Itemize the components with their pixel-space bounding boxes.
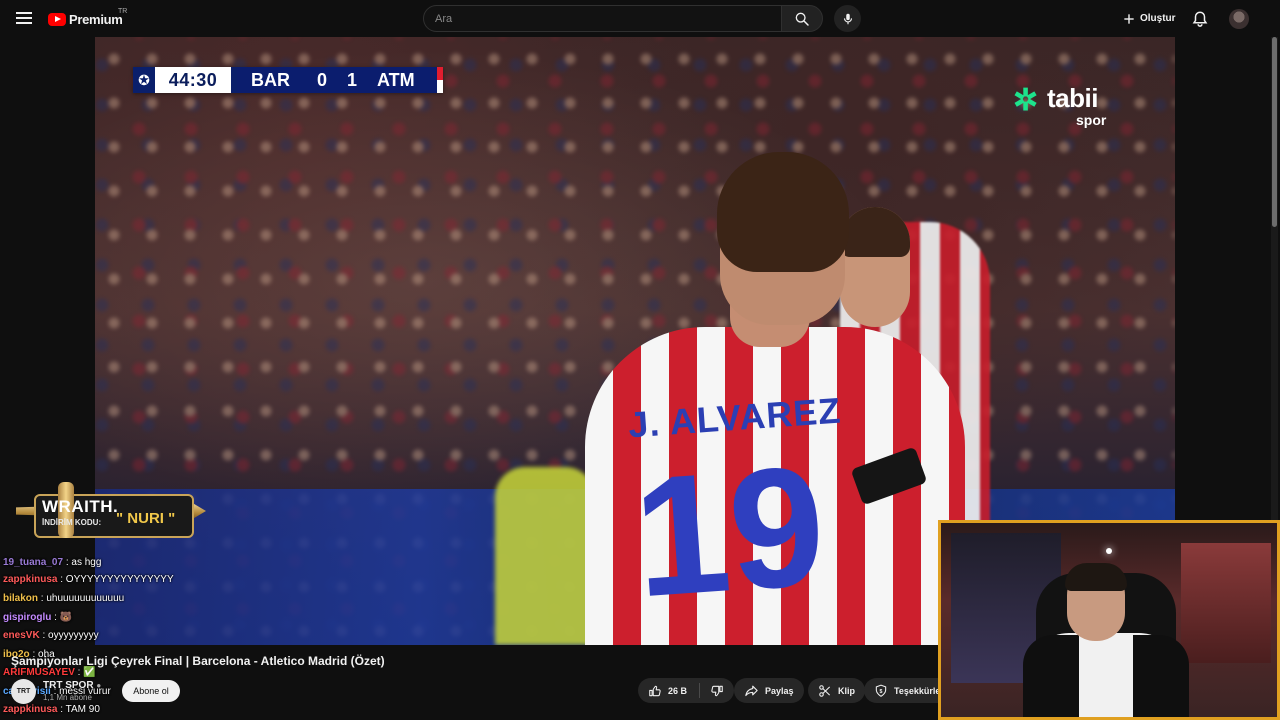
webcam-light xyxy=(1106,548,1112,554)
clip-label: Klip xyxy=(838,685,855,696)
subscribe-button[interactable]: Abone ol xyxy=(122,680,180,702)
chat-user: zappkinusa xyxy=(3,574,58,585)
youtube-logo-icon xyxy=(48,12,66,26)
search-button[interactable] xyxy=(781,5,823,32)
away-score: 1 xyxy=(347,69,358,90)
chat-message: ARIFMUSAYEV : ✅ xyxy=(3,666,96,680)
chat-message: zappkinusa : TAM 90 xyxy=(3,703,100,717)
broadcaster-sub: spor xyxy=(1076,112,1107,128)
search-input[interactable] xyxy=(424,6,781,31)
chat-text: : oyyyyyyyyy xyxy=(39,630,99,641)
chat-user: gispiroglu xyxy=(3,612,52,623)
webcam-overlay xyxy=(938,520,1280,720)
webcam-staircase xyxy=(1181,543,1271,663)
logo-text: Premium xyxy=(69,11,123,27)
like-icon xyxy=(649,685,661,696)
match-time: 44:30 xyxy=(155,67,231,93)
search-icon xyxy=(795,12,809,26)
plus-icon xyxy=(1124,13,1134,24)
logo-country: TR xyxy=(118,8,128,15)
create-button[interactable]: Oluştur xyxy=(1116,6,1186,31)
bell-icon xyxy=(1192,11,1208,27)
chat-user: 19_tuana_07 xyxy=(3,557,64,568)
dislike-button[interactable] xyxy=(710,684,724,698)
chat-text: : ✅ xyxy=(74,667,96,678)
thanks-icon: $ xyxy=(875,684,887,697)
chat-text: : as hgg xyxy=(63,557,102,568)
like-divider xyxy=(699,683,700,698)
chat-message: zappkinusa : OYYYYYYYYYYYYYYY xyxy=(3,573,174,587)
video-title: Şampiyonlar Ligi Çeyrek Final | Barcelon… xyxy=(11,654,385,668)
team-color-flag xyxy=(437,67,443,93)
scorebug: ✪ 44:30 BAR 0 1 ATM xyxy=(133,67,443,93)
clip-button[interactable]: Klip xyxy=(808,678,865,703)
channel-subscribers: 1,1 Mn abone xyxy=(43,693,92,702)
menu-icon[interactable] xyxy=(12,6,36,30)
chat-user: ARIFMUSAYEV xyxy=(3,667,75,678)
video-steward xyxy=(495,467,595,645)
like-button[interactable]: 26 B xyxy=(648,684,687,698)
top-bar: Premium TR Oluştur xyxy=(0,0,1280,37)
thanks-button[interactable]: $ Teşekkürler xyxy=(864,678,938,703)
youtube-logo[interactable]: Premium xyxy=(48,9,123,29)
ucl-ball-icon: ✪ xyxy=(133,67,155,93)
chat-text: : 🐻 xyxy=(51,612,73,623)
chat-message: gispiroglu : 🐻 xyxy=(3,611,72,625)
scrollbar-thumb[interactable] xyxy=(1272,37,1277,227)
account-avatar[interactable] xyxy=(1229,9,1249,29)
share-button[interactable]: Paylaş xyxy=(734,678,804,703)
dislike-icon xyxy=(711,685,723,696)
channel-name-text: TRT SPOR xyxy=(43,680,94,691)
chat-user: zappkinusa xyxy=(3,704,58,715)
scissors-icon xyxy=(819,684,831,697)
share-icon xyxy=(745,685,758,697)
thanks-label: Teşekkürler xyxy=(894,685,938,696)
chat-text: : TAM 90 xyxy=(57,704,100,715)
webcam-hair xyxy=(1065,563,1127,591)
broadcaster-name: tabii xyxy=(1047,83,1098,113)
jersey-number: 19 xyxy=(628,430,831,634)
voice-search-button[interactable] xyxy=(834,5,861,32)
webcam-jacket-left xyxy=(1023,635,1079,717)
chat-text: : uhuuuuuuuuuuuu xyxy=(38,593,125,604)
notifications-button[interactable] xyxy=(1189,8,1211,30)
share-label: Paylaş xyxy=(765,685,794,696)
sponsor-code-label: İNDİRİM KODU: xyxy=(42,518,102,527)
webcam-jacket-right xyxy=(1133,635,1189,717)
sponsor-overlay: WRAITH. İNDİRİM KODU: " NURI " xyxy=(6,480,206,560)
home-team: BAR xyxy=(251,69,290,90)
svg-text:$: $ xyxy=(880,688,883,694)
create-label: Oluştur xyxy=(1140,13,1176,24)
chat-user: enesVK xyxy=(3,630,40,641)
like-count: 26 B xyxy=(668,685,688,696)
chat-message: 19_tuana_07 : as hgg xyxy=(3,556,101,570)
scorebug-teams: BAR 0 1 ATM xyxy=(237,67,437,93)
home-score: 0 xyxy=(317,69,328,90)
mic-icon xyxy=(843,13,852,24)
chat-message: enesVK : oyyyyyyyyy xyxy=(3,629,99,643)
tabii-star-icon: ✲ xyxy=(1013,84,1039,117)
verified-icon: ● xyxy=(96,681,102,690)
video-player-hair xyxy=(717,152,849,272)
sponsor-brand: WRAITH. xyxy=(42,497,119,516)
sponsor-code: " NURI " xyxy=(116,510,176,527)
search-box xyxy=(423,5,782,32)
like-dislike-group: 26 B xyxy=(638,678,734,703)
channel-name[interactable]: TRT SPOR ● xyxy=(43,680,101,691)
away-team: ATM xyxy=(377,69,415,90)
channel-avatar[interactable]: TRT xyxy=(11,679,36,704)
chat-message: bilakon : uhuuuuuuuuuuuu xyxy=(3,592,124,606)
chat-text: : OYYYYYYYYYYYYYYY xyxy=(57,574,174,585)
chat-user: bilakon xyxy=(3,593,39,604)
